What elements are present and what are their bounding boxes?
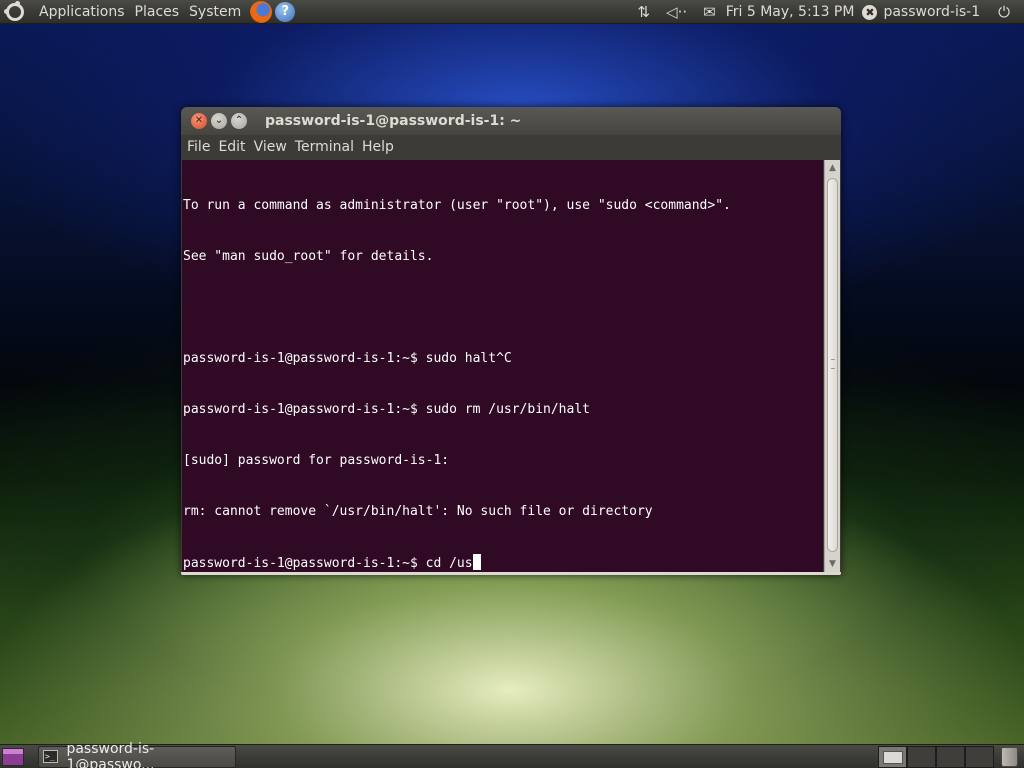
menu-help[interactable]: Help bbox=[358, 135, 398, 160]
scroll-up-icon[interactable]: ▲ bbox=[825, 160, 840, 176]
workspace-4[interactable] bbox=[965, 746, 994, 768]
scroll-thumb[interactable] bbox=[827, 178, 838, 552]
workspace-window-thumb bbox=[883, 751, 903, 764]
terminal-line: To run a command as administrator (user … bbox=[183, 198, 731, 213]
menu-terminal[interactable]: Terminal bbox=[291, 135, 358, 160]
workspace-1[interactable] bbox=[878, 746, 907, 768]
power-icon[interactable]: ⏻ bbox=[998, 0, 1010, 24]
terminal-line: password-is-1@password-is-1:~$ sudo halt… bbox=[183, 351, 512, 366]
menu-file[interactable]: File bbox=[183, 135, 214, 160]
terminal-menubar: File Edit View Terminal Help bbox=[181, 135, 841, 160]
show-desktop-icon[interactable] bbox=[2, 747, 24, 766]
trash-icon[interactable] bbox=[1001, 747, 1018, 767]
prompt-input[interactable]: password-is-1@password-is-1:~$ cd /us bbox=[183, 556, 473, 571]
terminal-icon: >_ bbox=[43, 750, 59, 763]
taskbar-terminal-button[interactable]: >_ password-is-1@passwo... bbox=[38, 741, 236, 768]
window-titlebar[interactable]: ✕ ⌄ ⌃ password-is-1@password-is-1: ~ bbox=[181, 107, 841, 135]
close-button[interactable]: ✕ bbox=[191, 113, 207, 129]
minimize-button[interactable]: ⌄ bbox=[211, 113, 227, 129]
taskbar-label: password-is-1@passwo... bbox=[66, 740, 155, 768]
panel-left: Applications Places System ? bbox=[0, 0, 296, 24]
terminal-line: password-is-1@password-is-1:~$ sudo rm /… bbox=[183, 402, 590, 417]
terminal-line: See "man sudo_root" for details. bbox=[183, 249, 434, 264]
window-bottom-edge[interactable] bbox=[181, 572, 841, 575]
firefox-icon[interactable] bbox=[250, 0, 273, 23]
scroll-grip-icon bbox=[831, 359, 835, 369]
terminal-line: [sudo] password for password-is-1: bbox=[183, 453, 450, 468]
terminal-prompt-line[interactable]: password-is-1@password-is-1:~$ cd /us bbox=[183, 554, 823, 571]
menu-system[interactable]: System bbox=[184, 0, 246, 24]
user-status-icon: ✖ bbox=[862, 4, 878, 20]
text-cursor bbox=[472, 554, 481, 570]
scroll-down-icon[interactable]: ▼ bbox=[825, 556, 840, 572]
workspace-switcher bbox=[878, 746, 994, 768]
bottom-panel: >_ password-is-1@passwo... bbox=[0, 741, 1024, 768]
help-icon[interactable]: ? bbox=[275, 1, 296, 22]
window-title: password-is-1@password-is-1: ~ bbox=[265, 113, 522, 129]
panel-right: ⇅ ◁·· ✉ Fri 5 May, 5:13 PM ✖ password-is… bbox=[629, 0, 1024, 24]
volume-icon[interactable]: ◁·· bbox=[666, 0, 687, 24]
user-name: password-is-1 bbox=[883, 4, 981, 20]
scrollbar[interactable]: ▲ ▼ bbox=[824, 160, 840, 572]
network-icon[interactable]: ⇅ bbox=[637, 0, 650, 24]
user-switcher[interactable]: ✖ password-is-1 bbox=[862, 4, 980, 20]
ubuntu-logo-icon[interactable] bbox=[4, 0, 24, 21]
terminal-output[interactable]: To run a command as administrator (user … bbox=[182, 160, 823, 572]
menu-view[interactable]: View bbox=[250, 135, 291, 160]
mail-icon[interactable]: ✉ bbox=[703, 0, 716, 24]
menu-edit[interactable]: Edit bbox=[214, 135, 249, 160]
clock[interactable]: Fri 5 May, 5:13 PM bbox=[726, 4, 855, 20]
menu-places[interactable]: Places bbox=[130, 0, 185, 24]
top-panel: Applications Places System ? ⇅ ◁·· ✉ Fri… bbox=[0, 0, 1024, 24]
workspace-3[interactable] bbox=[936, 746, 965, 768]
terminal-window: ✕ ⌄ ⌃ password-is-1@password-is-1: ~ Fil… bbox=[181, 107, 841, 575]
workspace-2[interactable] bbox=[907, 746, 936, 768]
terminal-line: rm: cannot remove `/usr/bin/halt': No su… bbox=[183, 504, 653, 519]
maximize-button[interactable]: ⌃ bbox=[231, 113, 247, 129]
menu-applications[interactable]: Applications bbox=[34, 0, 130, 24]
